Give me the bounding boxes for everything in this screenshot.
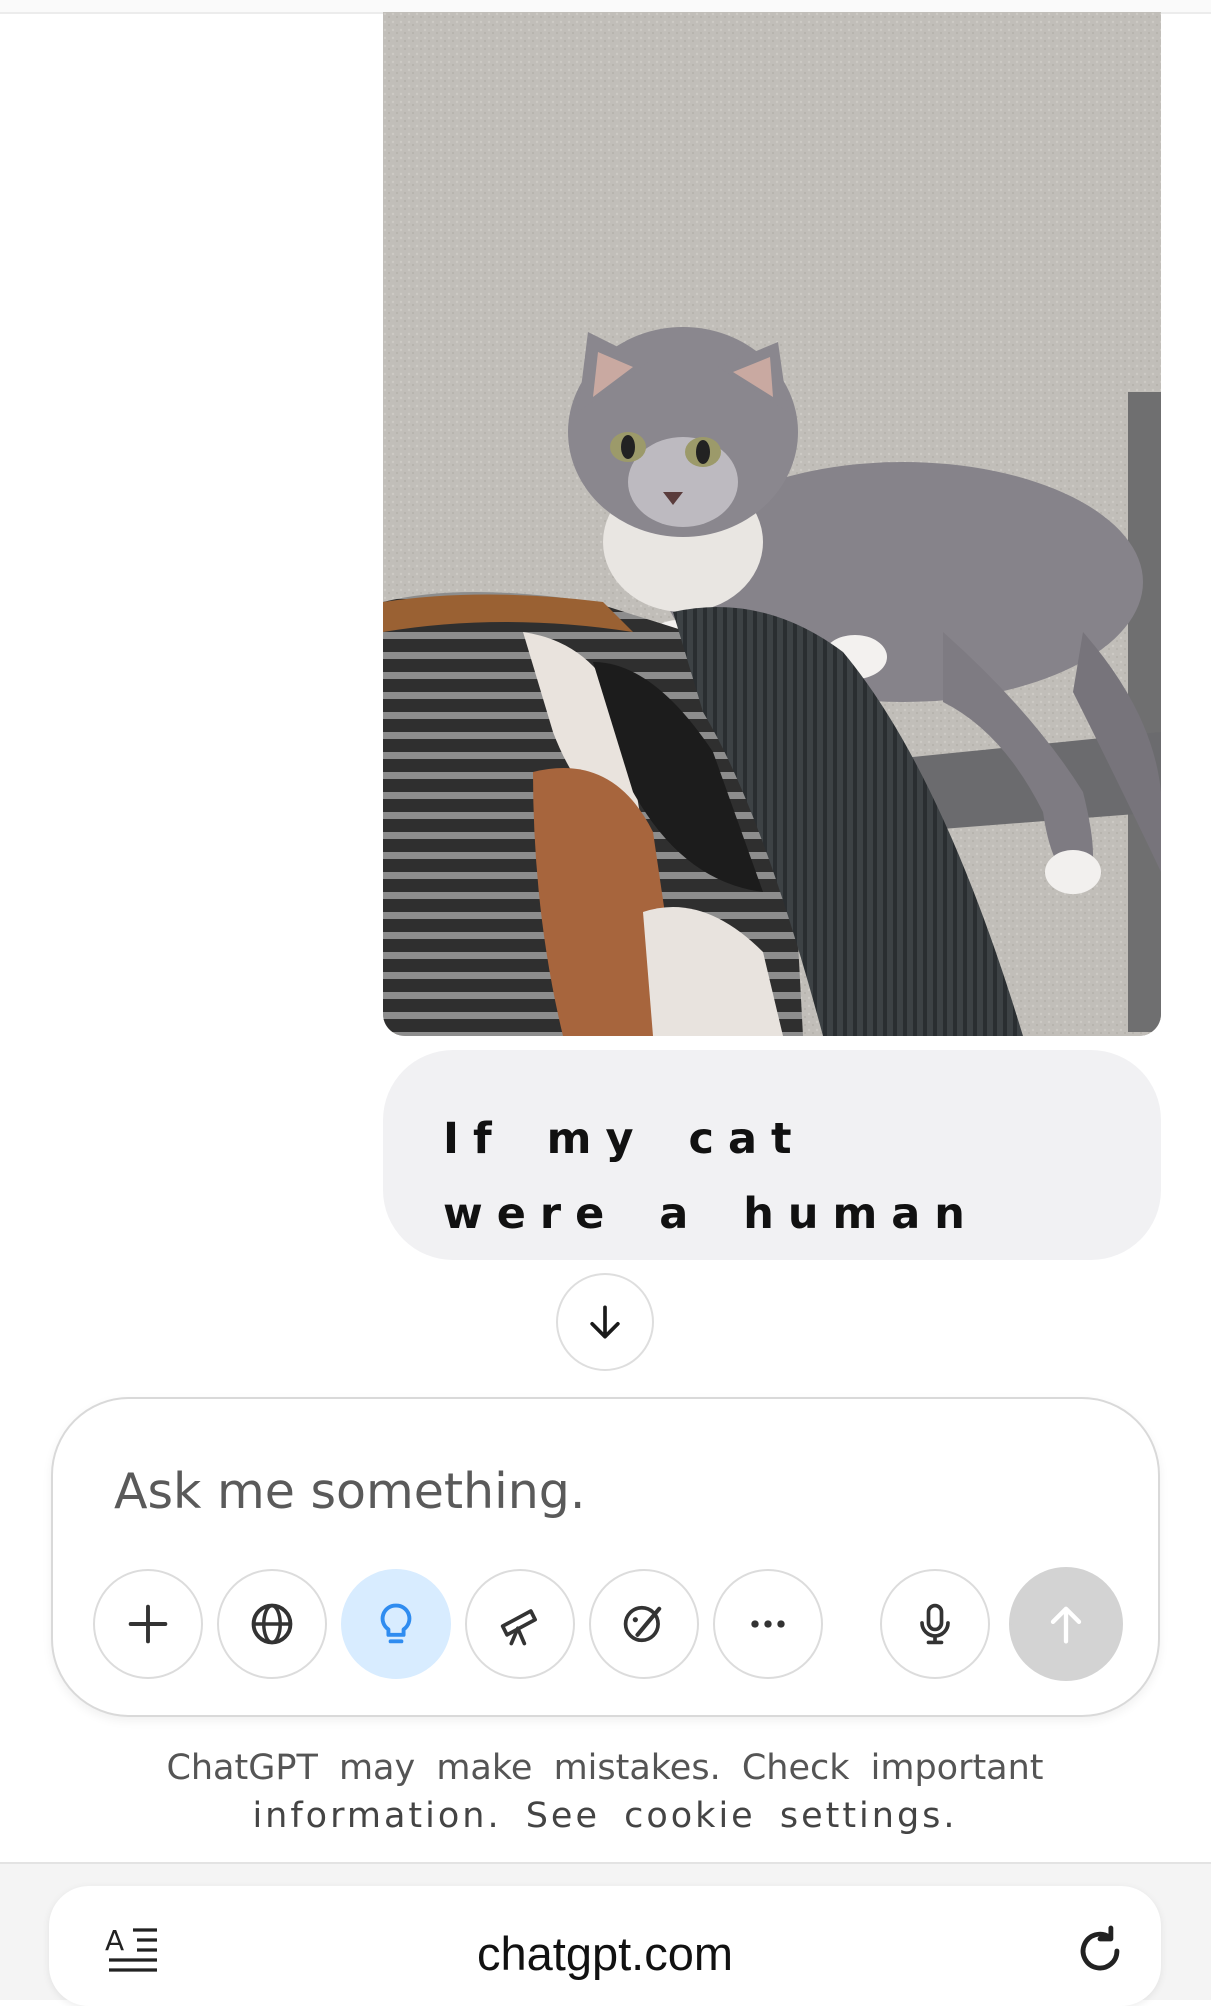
plus-icon — [128, 1604, 168, 1644]
paintbrush-icon — [623, 1605, 662, 1643]
more-icon — [751, 1620, 785, 1628]
url-text[interactable]: chatgpt.com — [49, 1926, 1161, 1981]
send-arrow-icon — [1050, 1606, 1082, 1644]
create-image-button[interactable] — [589, 1569, 699, 1679]
user-message-text: If my cat were a human — [443, 1114, 979, 1239]
send-button[interactable] — [1009, 1567, 1123, 1681]
web-search-button[interactable] — [217, 1569, 327, 1679]
telescope-icon — [500, 1609, 538, 1646]
more-tools-button[interactable] — [713, 1569, 823, 1679]
message-composer — [51, 1397, 1160, 1717]
user-message-bubble: If my cat were a human — [383, 1050, 1161, 1260]
disclaimer-text: ChatGPT may make mistakes. Check importa… — [60, 1744, 1150, 1840]
reason-button[interactable] — [341, 1569, 451, 1679]
deep-research-button[interactable] — [465, 1569, 575, 1679]
scroll-to-bottom-button[interactable] — [556, 1273, 654, 1371]
lightbulb-icon — [380, 1603, 412, 1644]
voice-input-button[interactable] — [880, 1569, 990, 1679]
cat-photo — [383, 12, 1161, 1036]
arrow-down-icon — [590, 1305, 620, 1339]
reload-icon[interactable] — [1071, 1922, 1129, 1980]
microphone-icon — [920, 1603, 950, 1645]
globe-icon — [251, 1603, 293, 1645]
disclaimer-line-2[interactable]: information. See cookie settings. — [60, 1792, 1150, 1840]
prompt-input[interactable] — [114, 1461, 1014, 1521]
user-uploaded-image[interactable] — [383, 12, 1161, 1036]
disclaimer-line-1: ChatGPT may make mistakes. Check importa… — [166, 1748, 1044, 1788]
address-bar[interactable]: A chatgpt.com — [49, 1886, 1161, 2006]
attach-button[interactable] — [93, 1569, 203, 1679]
